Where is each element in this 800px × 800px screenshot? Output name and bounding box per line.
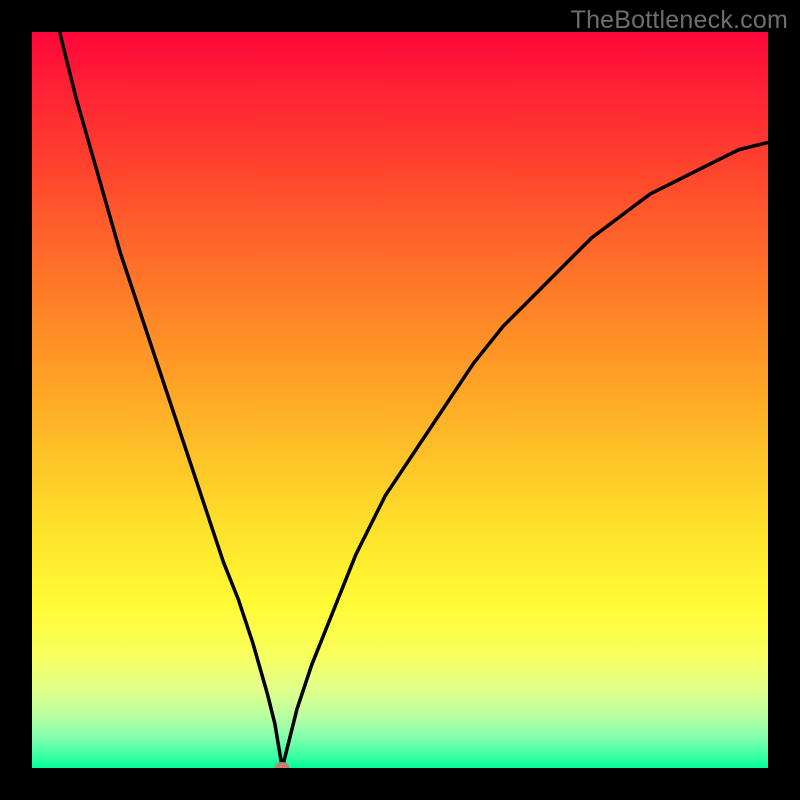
plot-area xyxy=(32,32,768,768)
optimal-point-marker xyxy=(275,762,290,768)
chart-frame: TheBottleneck.com xyxy=(0,0,800,800)
watermark-text: TheBottleneck.com xyxy=(571,6,788,35)
curve-path xyxy=(32,32,768,768)
bottleneck-curve xyxy=(32,32,768,768)
